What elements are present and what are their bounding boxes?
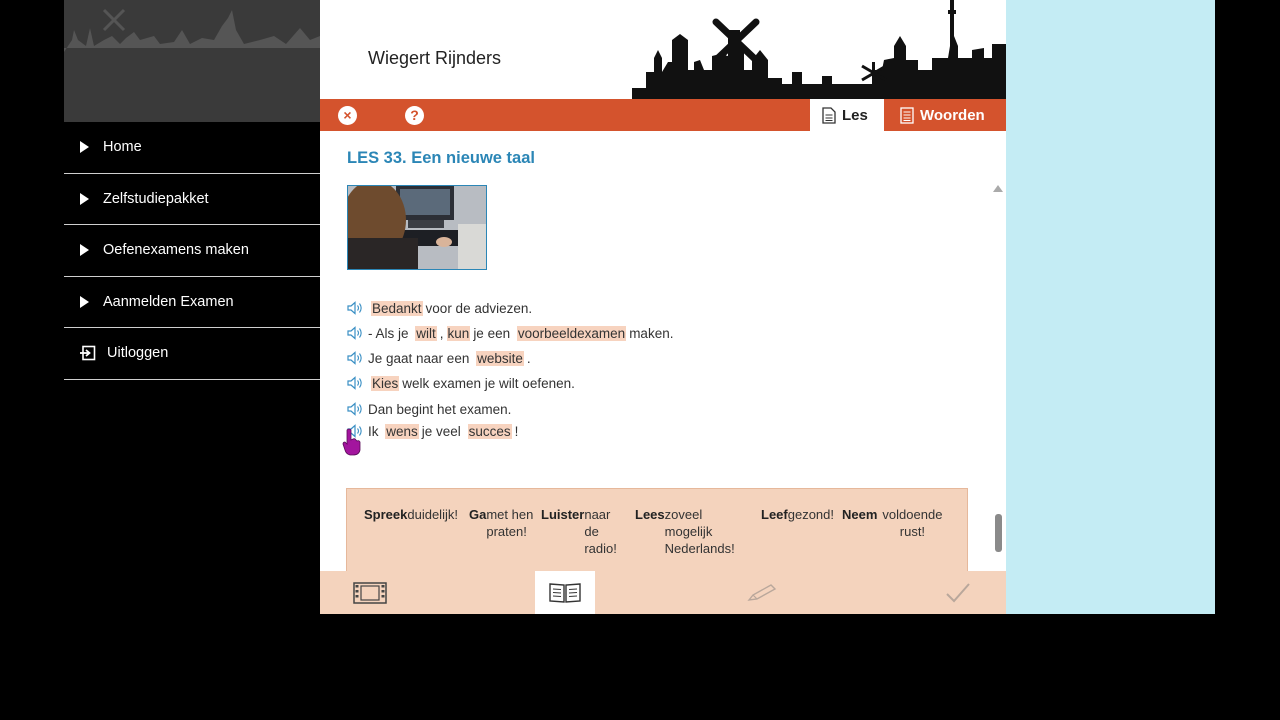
keyword: succes <box>467 423 512 439</box>
city-skyline-illustration <box>632 0 1006 99</box>
sentence-text: Je gaat naar een <box>368 350 474 366</box>
tab-les[interactable]: Les <box>810 99 884 131</box>
skyline-illustration <box>64 8 320 52</box>
tip-item: Leefgezond! <box>761 507 834 522</box>
sentence-text: je een <box>473 325 514 341</box>
sidebar-item-label: Zelfstudiepakket <box>103 190 209 207</box>
play-triangle-icon <box>80 244 89 257</box>
document-icon <box>822 106 836 124</box>
sentence-text: welk examen je wilt oefenen. <box>402 375 575 391</box>
lesson-title: LES 33. Een nieuwe taal <box>347 149 535 167</box>
sentence-text: voor de adviezen. <box>425 300 533 316</box>
speaker-icon[interactable] <box>347 351 363 365</box>
sentence-text: . <box>526 350 531 366</box>
sidebar-item-aanmelden-examen[interactable]: Aanmelden Examen <box>64 277 320 328</box>
sentence-text: Ik <box>368 423 383 439</box>
tip-item: Spreekduidelijk! <box>364 507 458 522</box>
right-panel <box>1006 0 1215 614</box>
check-button[interactable] <box>938 571 978 614</box>
keyword: wens <box>385 423 419 439</box>
sidebar-item-label: Home <box>103 139 142 156</box>
tip-item: Gamet hen praten! <box>469 507 534 539</box>
sidebar-skyline-banner <box>64 0 320 122</box>
scroll-up-arrow[interactable] <box>993 185 1003 192</box>
keyword: voorbeeldexamen <box>516 325 627 341</box>
sentence-text: ! <box>514 423 519 439</box>
close-icon[interactable]: × <box>338 106 357 125</box>
sidebar-item-label: Oefenexamens maken <box>103 242 249 259</box>
film-icon <box>353 581 387 604</box>
tab-label: Les <box>842 106 868 124</box>
sentence-1: Bedankt voor de adviezen. <box>347 297 532 319</box>
sidebar: Home Zelfstudiepakket Oefenexamens maken… <box>64 0 320 380</box>
sentence-text: - Als je <box>368 325 413 341</box>
speaker-icon[interactable] <box>347 326 363 340</box>
sentence-3: Je gaat naar een website . <box>347 347 531 369</box>
help-icon[interactable]: ? <box>405 106 424 125</box>
lesson-panel: Wiegert Rijnders × ? Les Woorden LES 33.… <box>320 0 1006 614</box>
sidebar-item-oefenexamens[interactable]: Oefenexamens maken <box>64 225 320 277</box>
sentence-text: , <box>439 325 444 341</box>
sidebar-item-label: Aanmelden Examen <box>103 293 234 310</box>
sidebar-item-label: Uitloggen <box>107 345 169 362</box>
header: Wiegert Rijnders <box>320 0 1006 99</box>
lesson-photo <box>347 185 487 270</box>
open-book-icon <box>549 582 581 603</box>
word-list-icon <box>900 106 914 124</box>
bottom-bar <box>320 571 1006 614</box>
tip-item: Neem voldoende rust! <box>842 507 943 539</box>
sentence-2: - Als je wilt , kun je een voorbeeldexam… <box>347 322 673 344</box>
speaker-icon[interactable] <box>347 376 363 390</box>
toolbar: × ? Les Woorden <box>320 99 1006 131</box>
lesson-content: LES 33. Een nieuwe taal Bedankt voor de … <box>320 131 1006 578</box>
play-triangle-icon <box>80 141 89 154</box>
play-triangle-icon <box>80 295 89 308</box>
video-button[interactable] <box>350 571 390 614</box>
keyword: Kies <box>371 375 400 391</box>
hand-cursor-icon <box>342 428 361 456</box>
exercise-button[interactable] <box>740 571 784 614</box>
tab-label: Woorden <box>920 106 985 124</box>
logout-icon <box>80 345 96 361</box>
sentence-6: Ik wens je veel succes ! <box>347 420 518 442</box>
keyword: website <box>476 350 524 366</box>
sentence-text: Dan begint het examen. <box>368 401 512 417</box>
sidebar-item-uitloggen[interactable]: Uitloggen <box>64 328 320 380</box>
speaker-icon[interactable] <box>347 402 363 416</box>
user-name: Wiegert Rijnders <box>368 48 502 68</box>
sentence-4: Kies welk examen je wilt oefenen. <box>347 372 575 394</box>
sentence-text: maken. <box>629 325 674 341</box>
tab-woorden[interactable]: Woorden <box>886 99 1006 131</box>
tip-item: Leeszoveel mogelijk Nederlands! <box>635 507 735 556</box>
keyword: kun <box>446 325 471 341</box>
tips-box: Spreekduidelijk! Gamet hen praten! Luist… <box>346 488 968 578</box>
speaker-icon[interactable] <box>347 301 363 315</box>
reading-button[interactable] <box>535 571 595 614</box>
sidebar-item-zelfstudiepakket[interactable]: Zelfstudiepakket <box>64 174 320 225</box>
keyword: Bedankt <box>371 300 423 316</box>
sentence-5: Dan begint het examen. <box>347 398 511 420</box>
checkmark-icon <box>946 582 970 602</box>
play-triangle-icon <box>80 192 89 205</box>
scrollbar-thumb[interactable] <box>995 514 1002 552</box>
tip-item: Luisternaar de radio! <box>541 507 617 556</box>
keyword: wilt <box>415 325 437 341</box>
sidebar-item-home[interactable]: Home <box>64 122 320 174</box>
sentence-text: je veel <box>421 423 465 439</box>
pencil-icon <box>747 583 777 601</box>
